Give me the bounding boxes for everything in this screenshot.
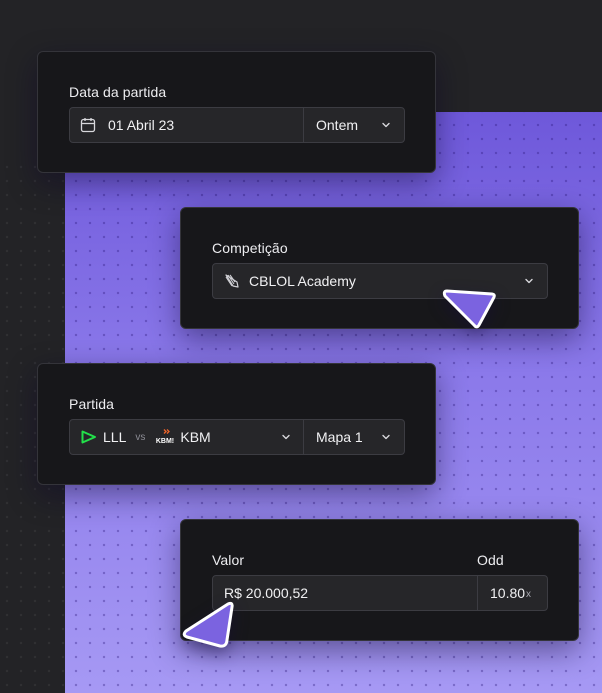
date-field[interactable]: 01 Abril 23 Ontem xyxy=(69,107,405,143)
amount-input[interactable]: R$ 20.000,52 xyxy=(213,576,477,610)
match-label: Partida xyxy=(69,396,115,412)
date-card: Data da partida 01 Abril 23 Ontem xyxy=(37,51,436,173)
competition-label: Competição xyxy=(212,240,288,256)
team-a-name: LLL xyxy=(103,429,127,445)
kbm-logo-icon: KBM! xyxy=(156,429,175,445)
competition-value-wrap: CBLOL Academy xyxy=(224,264,356,298)
chevron-down-icon xyxy=(382,434,390,440)
map-select[interactable]: Mapa 1 xyxy=(304,420,404,454)
chevron-down-icon xyxy=(382,122,390,128)
kbm-logo-text: KBM! xyxy=(156,438,174,445)
value-field: R$ 20.000,52 10.80 x xyxy=(212,575,548,611)
date-picker[interactable]: 01 Abril 23 xyxy=(70,108,303,142)
odd-value: 10.80 xyxy=(490,585,526,601)
date-value: 01 Abril 23 xyxy=(108,117,175,133)
competition-card: Competição CBLOL Academy xyxy=(180,207,579,329)
quick-date-value: Ontem xyxy=(316,117,359,133)
chevron-down-icon xyxy=(525,278,533,284)
odd-label: Odd xyxy=(477,552,504,568)
quick-date-select[interactable]: Ontem xyxy=(304,108,404,142)
team-b-name: KBM xyxy=(180,429,211,445)
value-card: Valor Odd R$ 20.000,52 10.80 x xyxy=(180,519,579,641)
cursor-pointer-icon xyxy=(442,289,496,329)
date-label: Data da partida xyxy=(69,84,167,100)
map-value: Mapa 1 xyxy=(316,429,363,445)
cursor-pointer-icon xyxy=(182,601,234,648)
match-teams: LLL vs KBM! KBM xyxy=(81,429,211,445)
odd-input[interactable]: 10.80 x xyxy=(478,576,547,610)
lll-logo-icon xyxy=(81,430,96,444)
match-card: Partida LLL vs KBM! KBM Mapa 1 xyxy=(37,363,436,485)
value-label: Valor xyxy=(212,552,245,568)
calendar-icon xyxy=(80,118,96,133)
match-field: LLL vs KBM! KBM Mapa 1 xyxy=(69,419,405,455)
competition-value: CBLOL Academy xyxy=(249,273,356,289)
competition-select[interactable]: CBLOL Academy xyxy=(212,263,548,299)
match-select[interactable]: LLL vs KBM! KBM xyxy=(70,420,303,454)
chevron-down-icon xyxy=(282,434,290,440)
league-logo-icon xyxy=(225,274,239,288)
odd-suffix: x xyxy=(526,589,532,600)
vs-text: vs xyxy=(135,431,146,443)
